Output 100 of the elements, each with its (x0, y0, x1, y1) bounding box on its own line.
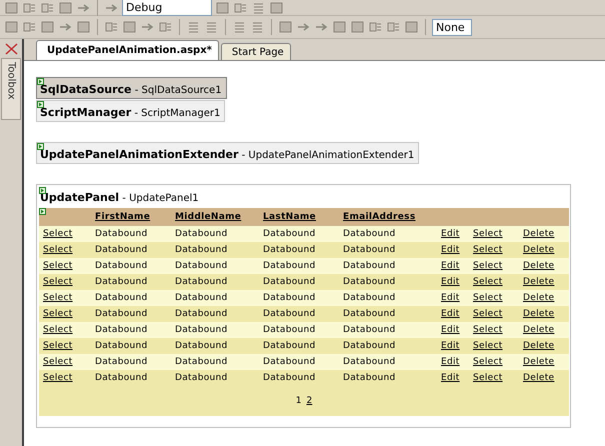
row-link[interactable]: Edit (437, 341, 469, 351)
table-cell-text: Databound (342, 309, 397, 319)
indent-icon[interactable] (204, 20, 219, 34)
row-link[interactable]: Edit (437, 373, 469, 383)
row-link[interactable]: Delete (519, 373, 569, 383)
row-link[interactable]: Delete (519, 277, 569, 287)
column-header[interactable]: FirstName (91, 212, 171, 222)
table-cell-text: Databound (174, 229, 229, 239)
control-block[interactable]: ScriptManager - ScriptManager1 (36, 100, 226, 122)
toolbar-icon[interactable] (404, 20, 419, 34)
toolbar-icon[interactable] (350, 20, 365, 34)
toolbar-icon[interactable] (278, 20, 293, 34)
table-cell-text: Databound (174, 325, 229, 335)
indent-icon[interactable] (186, 20, 201, 34)
row-link[interactable]: Select (39, 245, 91, 255)
toolbar-icon[interactable] (76, 20, 91, 34)
row-link[interactable]: Select (39, 309, 91, 319)
table-cell-text: Databound (342, 245, 397, 255)
page-link[interactable]: 1 (296, 396, 302, 406)
row-link[interactable]: Select (469, 341, 519, 351)
row-link[interactable]: Delete (519, 325, 569, 335)
toolbar-icon[interactable] (4, 0, 19, 14)
smart-tag-icon[interactable] (39, 187, 46, 194)
toolbar-icon[interactable] (386, 20, 401, 34)
table-cell-text: Databound (262, 229, 317, 239)
list-icon[interactable] (250, 20, 265, 34)
list-icon[interactable] (232, 20, 247, 34)
row-link[interactable]: Edit (437, 357, 469, 367)
row-link[interactable]: Select (469, 309, 519, 319)
row-link[interactable]: Edit (437, 277, 469, 287)
row-link[interactable]: Select (469, 373, 519, 383)
row-link[interactable]: Select (39, 325, 91, 335)
row-link[interactable]: Select (469, 245, 519, 255)
table-cell-text: Databound (174, 373, 229, 383)
toolbar-icon[interactable] (251, 0, 266, 14)
row-link[interactable]: Select (469, 261, 519, 271)
column-header[interactable]: EmailAddress (339, 212, 437, 222)
row-link[interactable]: Edit (437, 309, 469, 319)
toolbar-icon[interactable] (122, 20, 137, 34)
table-cell-text: Databound (94, 309, 149, 319)
control-block[interactable]: UpdatePanelAnimationExtender - UpdatePanelAnimationExtender1 (36, 142, 420, 164)
toolbar-icon[interactable] (269, 0, 284, 14)
toolbar-icon[interactable] (332, 20, 347, 34)
row-link[interactable]: Edit (437, 293, 469, 303)
row-link[interactable]: Select (39, 229, 91, 239)
column-header[interactable]: MiddleName (171, 212, 259, 222)
document-tab[interactable]: Start Page (220, 43, 291, 60)
row-link[interactable]: Delete (519, 261, 569, 271)
table-cell-text: Databound (342, 277, 397, 287)
document-tab[interactable]: UpdatePanelAnimation.aspx* (36, 40, 219, 60)
row-link[interactable]: Delete (519, 309, 569, 319)
row-link[interactable]: Select (469, 357, 519, 367)
row-link[interactable]: Delete (519, 229, 569, 239)
smart-tag-icon[interactable] (37, 78, 44, 85)
table-cell-text: Databound (94, 229, 149, 239)
row-link[interactable]: Edit (437, 229, 469, 239)
column-header[interactable]: LastName (259, 212, 339, 222)
toolbox-tab[interactable]: Toolbox (1, 58, 21, 120)
page-link[interactable]: 2 (306, 396, 312, 406)
row-link[interactable]: Select (39, 261, 91, 271)
row-link[interactable]: Select (39, 277, 91, 287)
toolbar-icon[interactable] (40, 0, 55, 14)
smart-tag-icon[interactable] (37, 143, 44, 150)
toolbar-icon[interactable] (158, 20, 173, 34)
tools-icon[interactable] (4, 42, 18, 56)
row-link[interactable]: Select (469, 277, 519, 287)
row-link[interactable]: Delete (519, 293, 569, 303)
row-link[interactable]: Select (469, 229, 519, 239)
table-cell-text: Databound (94, 373, 149, 383)
row-link[interactable]: Select (469, 325, 519, 335)
toolbar-icon[interactable] (40, 20, 55, 34)
smart-tag-icon[interactable] (37, 101, 44, 108)
row-link[interactable]: Select (39, 341, 91, 351)
table-cell-text: Databound (174, 293, 229, 303)
row-link[interactable]: Edit (437, 245, 469, 255)
row-link[interactable]: Delete (519, 341, 569, 351)
table-cell-text: Databound (174, 245, 229, 255)
toolbar-icon[interactable] (4, 20, 19, 34)
panel-title: UpdatePanel - UpdatePanel1 (39, 187, 568, 208)
toolbar-icon[interactable] (58, 0, 73, 14)
row-link[interactable]: Select (39, 373, 91, 383)
row-link[interactable]: Edit (437, 261, 469, 271)
row-link[interactable]: Edit (437, 325, 469, 335)
toolbar-icon[interactable] (368, 20, 383, 34)
control-block[interactable]: SqlDataSource - SqlDataSource1 (36, 77, 227, 99)
row-link[interactable]: Delete (519, 245, 569, 255)
table-cell-text: Databound (174, 341, 229, 351)
row-link[interactable]: Select (39, 293, 91, 303)
toolbar-icon[interactable] (22, 0, 37, 14)
row-link[interactable]: Select (469, 293, 519, 303)
toolbar-icon[interactable] (22, 20, 37, 34)
toolbar-icon[interactable] (104, 20, 119, 34)
row-link[interactable]: Delete (519, 357, 569, 367)
smart-tag-icon[interactable] (39, 208, 46, 215)
toolbar-icon[interactable] (215, 0, 230, 14)
toolbar-icon[interactable] (233, 0, 248, 14)
row-link[interactable]: Select (39, 357, 91, 367)
table-cell-text: Databound (262, 341, 317, 351)
configuration-dropdown[interactable]: Debug (122, 0, 212, 16)
style-dropdown[interactable]: None (432, 18, 472, 36)
